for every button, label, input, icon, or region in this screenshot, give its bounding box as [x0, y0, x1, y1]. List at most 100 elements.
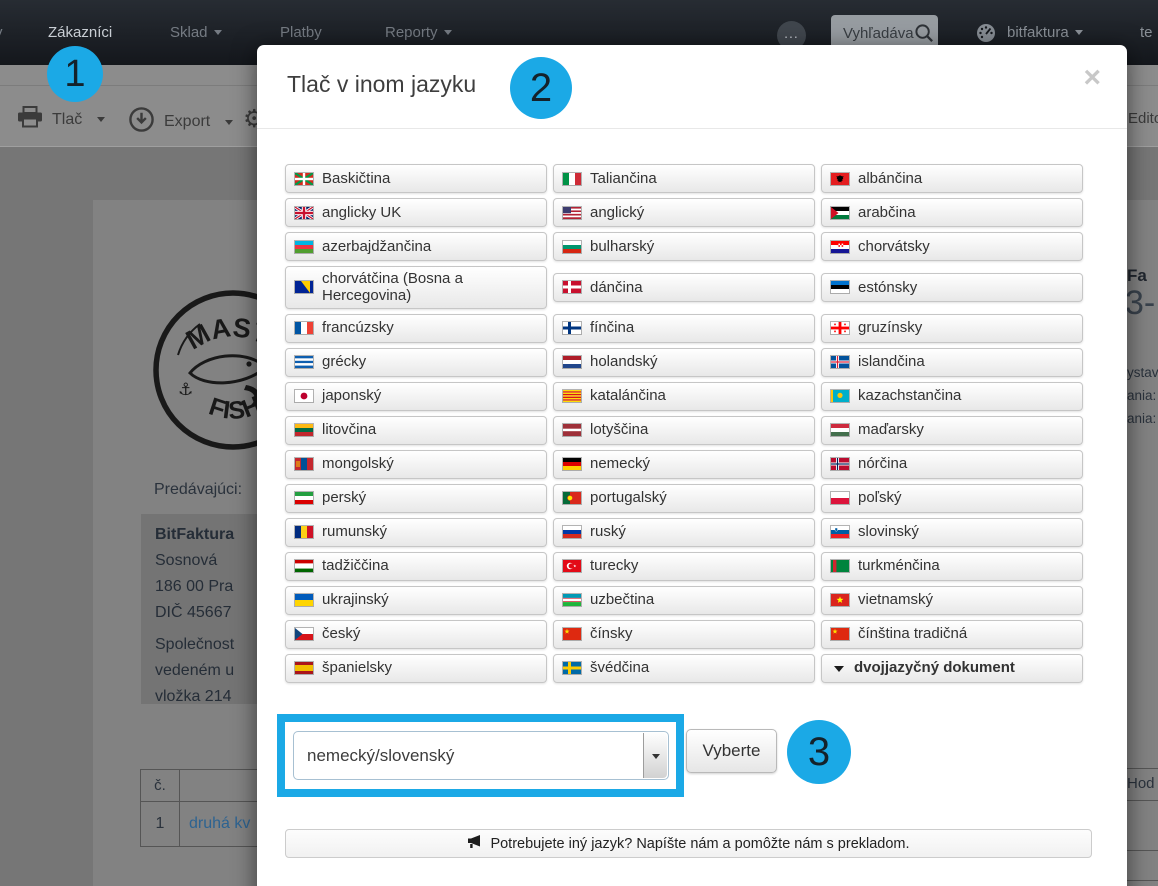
chevron-down-icon — [225, 119, 234, 129]
language-button-russian[interactable]: ruský — [553, 517, 815, 547]
flag-croatian-bosnia-icon — [294, 280, 314, 295]
language-button-bilingual-document[interactable]: dvojjazyčný dokument — [821, 653, 1083, 683]
language-label: azerbajdžančina — [322, 237, 432, 255]
language-button-persian[interactable]: perský — [285, 483, 547, 513]
language-label: gruzínsky — [858, 319, 923, 337]
language-button-arabic[interactable]: arabčina — [821, 198, 1083, 227]
language-pair-select[interactable]: nemecký/slovenský — [293, 731, 669, 780]
annotation-step-1: 1 — [47, 46, 103, 102]
language-button-lithuanian[interactable]: litovčina — [285, 415, 547, 445]
language-button-icelandic[interactable]: islandčina — [821, 347, 1083, 377]
language-button-turkish[interactable]: turecky — [553, 551, 815, 581]
search-placeholder: Vyhľadáva — [843, 25, 914, 42]
language-button-french[interactable]: francúzsky — [285, 313, 547, 343]
language-label: litovčina — [322, 421, 377, 439]
flag-finnish-icon — [562, 321, 582, 335]
language-label: španielsky — [322, 659, 393, 677]
nav-item-warehouse[interactable]: Sklad — [170, 24, 222, 41]
language-button-mongolian[interactable]: mongolský — [285, 449, 547, 479]
table-line — [1127, 880, 1158, 881]
language-button-chinese-traditional[interactable]: čínština tradičná — [821, 619, 1083, 649]
select-submit-button[interactable]: Vyberte — [686, 729, 777, 773]
language-button-polish[interactable]: poľský — [821, 483, 1083, 513]
language-label: tadžiččina — [322, 557, 389, 575]
language-button-czech[interactable]: český — [285, 619, 547, 649]
print-language-modal: Tlač v inom jazyku × Baskičtina Taliančin… — [257, 45, 1127, 886]
language-button-albanian[interactable]: albánčina — [821, 164, 1083, 193]
language-label: Taliančina — [590, 169, 657, 187]
flag-turkish-icon — [562, 559, 582, 573]
language-button-hungarian[interactable]: maďarsky — [821, 415, 1083, 445]
language-label: mongolský — [322, 455, 394, 473]
language-button-swedish[interactable]: švédčina — [553, 653, 815, 683]
language-label: chorvátsky — [858, 237, 930, 255]
language-button-norwegian[interactable]: nórčina — [821, 449, 1083, 479]
nav-item-payments[interactable]: Platby — [280, 24, 322, 41]
chevron-down-icon — [97, 117, 106, 126]
item-link[interactable]: druhá kv — [189, 815, 250, 832]
flag-spanish-icon — [294, 661, 314, 675]
language-button-finnish[interactable]: fínčina — [553, 313, 815, 343]
language-button-catalan[interactable]: katalánčina — [553, 381, 815, 411]
export-button[interactable]: Export — [128, 106, 234, 138]
table-line — [1127, 850, 1158, 851]
language-button-japanese[interactable]: japonský — [285, 381, 547, 411]
invoice-number-fragment: 3- — [1125, 284, 1156, 322]
language-button-basque[interactable]: Baskičtina — [285, 164, 547, 193]
language-button-tajik[interactable]: tadžiččina — [285, 551, 547, 581]
language-button-latvian[interactable]: lotyščina — [553, 415, 815, 445]
language-button-azerbaijani[interactable]: azerbajdžančina — [285, 232, 547, 261]
print-button[interactable]: Tlač — [17, 106, 106, 133]
language-button-turkmen[interactable]: turkménčina — [821, 551, 1083, 581]
language-button-german[interactable]: nemecký — [553, 449, 815, 479]
language-label: maďarsky — [858, 421, 924, 439]
language-button-portuguese[interactable]: portugalský — [553, 483, 815, 513]
language-label: grécky — [322, 353, 367, 371]
flag-lithuanian-icon — [294, 423, 314, 437]
edit-link-fragment[interactable]: Editov — [1128, 110, 1158, 127]
language-button-croatian-bosnia[interactable]: chorvátčina (Bosna a Hercegovina) — [285, 266, 547, 309]
nav-item-reports[interactable]: Reporty — [385, 24, 452, 41]
select-arrow-button[interactable] — [643, 733, 667, 778]
close-icon[interactable]: × — [1083, 63, 1101, 93]
translation-help-banner[interactable]: Potrebujete iný jazyk? Napíšte nám a pom… — [285, 829, 1092, 858]
language-button-estonian[interactable]: estónsky — [821, 272, 1083, 302]
language-button-vietnamese[interactable]: vietnamský — [821, 585, 1083, 615]
language-label: albánčina — [858, 169, 923, 187]
divider — [257, 128, 1127, 129]
chevron-down-icon — [213, 30, 222, 39]
nav-item-customers[interactable]: Zákazníci — [48, 24, 112, 41]
flag-japanese-icon — [294, 389, 314, 403]
flag-latvian-icon — [562, 423, 582, 437]
language-button-dutch[interactable]: holandský — [553, 347, 815, 377]
table-line — [1127, 800, 1158, 801]
language-button-chinese[interactable]: čínsky — [553, 619, 815, 649]
language-button-romanian[interactable]: rumunský — [285, 517, 547, 547]
language-button-kazakh[interactable]: kazachstančina — [821, 381, 1083, 411]
language-button-uzbek[interactable]: uzbečtina — [553, 585, 815, 615]
language-button-danish[interactable]: dánčina — [553, 272, 815, 302]
flag-swedish-icon — [562, 661, 582, 675]
language-label: holandský — [590, 353, 658, 371]
account-menu[interactable]: bitfaktura — [1007, 24, 1083, 41]
language-button-english-us[interactable]: anglický — [553, 198, 815, 227]
language-label: nórčina — [858, 455, 908, 473]
screen: Tlač Export ⚙ Editov MAST FISH ⚓ Predáva… — [0, 0, 1158, 886]
language-button-croatian[interactable]: chorvátsky — [821, 232, 1083, 261]
language-button-bulgarian[interactable]: bulharský — [553, 232, 815, 261]
language-button-spanish[interactable]: španielsky — [285, 653, 547, 683]
language-label: dánčina — [590, 278, 643, 296]
language-button-georgian[interactable]: gruzínsky — [821, 313, 1083, 343]
language-button-italian[interactable]: Taliančina — [553, 164, 815, 193]
help-note: Potrebujete iný jazyk? Napíšte nám a pom… — [490, 835, 910, 852]
language-button-greek[interactable]: grécky — [285, 347, 547, 377]
language-button-english-uk[interactable]: anglicky UK — [285, 198, 547, 227]
flag-russian-icon — [562, 525, 582, 539]
language-button-ukrainian[interactable]: ukrajinský — [285, 585, 547, 615]
language-label: čínsky — [590, 625, 633, 643]
flag-mongolian-icon — [294, 457, 314, 471]
language-label: islandčina — [858, 353, 925, 371]
flag-hungarian-icon — [830, 423, 850, 437]
flag-english-uk-icon — [294, 205, 314, 220]
language-button-slovenian[interactable]: slovinský — [821, 517, 1083, 547]
